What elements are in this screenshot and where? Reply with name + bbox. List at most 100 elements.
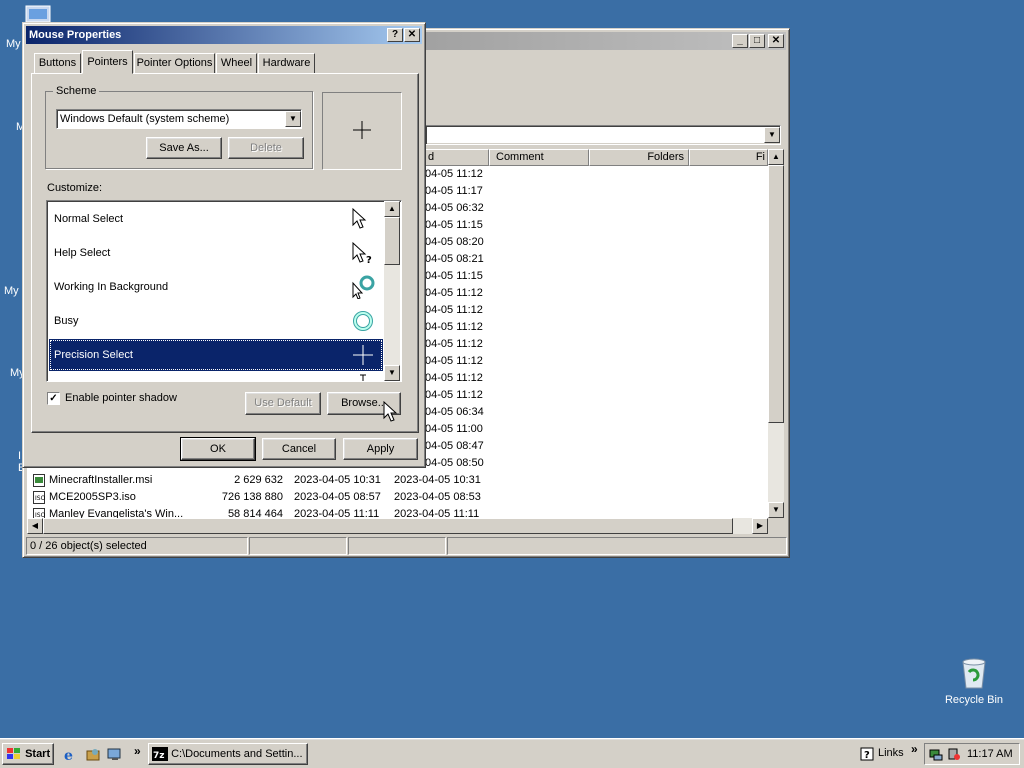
tab-pointer-options[interactable]: Pointer Options [134, 53, 215, 73]
list-item-busy[interactable]: Busy [49, 305, 383, 337]
system-tray: 11:17 AM [924, 743, 1020, 765]
file-modified-date: 04-05 11:15 [425, 270, 483, 282]
save-as-button[interactable]: Save As... [146, 137, 222, 159]
svg-text:?: ? [864, 750, 870, 761]
svg-text:?: ? [366, 255, 372, 265]
desktop-label-fragment[interactable]: I [18, 450, 21, 462]
cursor-list[interactable]: Normal Select Help Select ? Working In B… [46, 200, 402, 382]
address-bar[interactable]: ▼ [425, 125, 781, 145]
use-default-button[interactable]: Use Default [245, 392, 321, 415]
tab-pointers[interactable]: Pointers [82, 50, 133, 74]
enable-pointer-shadow-label[interactable]: Enable pointer shadow [65, 392, 177, 404]
links-toolbar-label[interactable]: Links [878, 747, 904, 759]
file-modified-date: 04-05 11:12 [425, 338, 483, 350]
column-header-modified[interactable]: d [421, 149, 489, 166]
help-button[interactable]: ? [387, 28, 403, 42]
file-modified-date: 04-05 08:21 [425, 253, 484, 265]
file-modified-date: 04-05 11:12 [425, 321, 483, 333]
file-date: 2023-04-05 11:11 [394, 508, 480, 518]
help-icon[interactable]: ? [860, 747, 874, 761]
quick-launch-chevron[interactable]: » [134, 744, 141, 758]
cancel-button[interactable]: Cancel [262, 438, 336, 460]
file-date: 2023-04-05 08:57 [294, 491, 381, 503]
list-item-text-select[interactable] [49, 373, 383, 381]
column-header-comment[interactable]: Comment [489, 149, 589, 166]
scroll-thumb[interactable] [43, 518, 733, 534]
text-cursor-icon [360, 374, 366, 381]
scroll-thumb[interactable] [768, 165, 784, 423]
show-desktop-icon[interactable] [107, 746, 123, 762]
table-row[interactable]: ISO Manley Evangelista's Win... 58 814 4… [27, 506, 772, 518]
scroll-left-button[interactable]: ◀ [27, 518, 43, 534]
task-button-documents[interactable]: 7z C:\Documents and Settin... [148, 743, 308, 765]
size-grip[interactable] [768, 518, 784, 534]
tab-hardware[interactable]: Hardware [258, 53, 315, 73]
file-modified-date: 04-05 11:00 [425, 423, 483, 435]
links-chevron[interactable]: » [911, 742, 918, 756]
maximize-button[interactable]: □ [749, 34, 765, 48]
scheme-label: Scheme [53, 85, 100, 97]
minimize-button[interactable]: _ [732, 34, 748, 48]
scroll-up-button[interactable]: ▲ [768, 149, 784, 165]
start-label: Start [25, 748, 51, 760]
desktop-icon-recycle-bin[interactable]: Recycle Bin [940, 656, 1008, 706]
file-modified-date: 04-05 11:12 [425, 287, 483, 299]
desktop-label-fragment[interactable]: My [6, 38, 21, 50]
safely-remove-hardware-icon[interactable] [947, 747, 961, 761]
table-row[interactable]: MinecraftInstaller.msi 2 629 632 2023-04… [27, 472, 772, 489]
tab-buttons[interactable]: Buttons [34, 53, 81, 73]
network-icon[interactable] [929, 747, 943, 761]
cursor-label: Working In Background [54, 281, 169, 293]
ok-button[interactable]: OK [180, 437, 256, 461]
table-row[interactable]: ISO MCE2005SP3.iso 726 138 880 2023-04-0… [27, 489, 772, 506]
horizontal-scrollbar[interactable]: ◀ ▶ [27, 518, 768, 534]
column-header-files[interactable]: Fi [689, 149, 768, 166]
close-button[interactable]: ✕ [404, 28, 420, 42]
file-size: 726 138 880 [221, 491, 283, 503]
explorer-icon[interactable] [85, 746, 101, 762]
scheme-dropdown[interactable]: Windows Default (system scheme) ▼ [56, 109, 302, 129]
scroll-up-button[interactable]: ▲ [384, 201, 400, 217]
status-text: 0 / 26 object(s) selected [26, 537, 248, 555]
close-button[interactable]: ✕ [768, 34, 784, 48]
scroll-down-button[interactable]: ▼ [768, 502, 784, 518]
status-pane [249, 537, 347, 555]
file-modified-date: 04-05 06:32 [425, 202, 484, 214]
delete-button[interactable]: Delete [228, 137, 304, 159]
list-item-normal-select[interactable]: Normal Select [49, 203, 383, 235]
list-item-precision-select[interactable]: Precision Select [49, 339, 383, 371]
start-button[interactable]: Start [2, 743, 54, 765]
scroll-down-button[interactable]: ▼ [384, 365, 400, 381]
customize-label: Customize: [47, 182, 103, 194]
clock: 11:17 AM [967, 748, 1013, 760]
tab-wheel[interactable]: Wheel [216, 53, 257, 73]
help-cursor-icon: ? [352, 241, 372, 265]
file-modified-date: 04-05 11:12 [425, 372, 483, 384]
file-size: 2 629 632 [234, 474, 283, 486]
file-modified-date: 04-05 08:50 [425, 457, 484, 469]
chevron-down-icon[interactable]: ▼ [764, 127, 780, 143]
vertical-scrollbar[interactable]: ▲ ▼ [768, 149, 784, 518]
svg-text:e: e [64, 748, 73, 762]
enable-pointer-shadow-checkbox[interactable]: ✓ [47, 392, 60, 405]
internet-explorer-icon[interactable]: e [62, 746, 78, 762]
scroll-thumb[interactable] [384, 217, 400, 265]
dialog-title: Mouse Properties [29, 29, 122, 41]
file-modified-date: 04-05 11:15 [425, 219, 483, 231]
file-modified-date: 04-05 11:17 [425, 185, 483, 197]
column-header-folders[interactable]: Folders [589, 149, 689, 166]
scroll-right-button[interactable]: ▶ [752, 518, 768, 534]
list-item-working-in-background[interactable]: Working In Background [49, 271, 383, 303]
task-button-label: C:\Documents and Settin... [171, 748, 303, 760]
apply-button[interactable]: Apply [343, 438, 418, 460]
file-modified-date: 04-05 11:12 [425, 389, 483, 401]
dialog-titlebar[interactable]: Mouse Properties ? ✕ [26, 26, 422, 44]
crosshair-icon [353, 121, 371, 139]
chevron-down-icon[interactable]: ▼ [285, 111, 301, 127]
desktop-label-fragment[interactable]: My [4, 285, 19, 297]
vertical-scrollbar[interactable]: ▲ ▼ [384, 201, 400, 381]
svg-text:7z: 7z [153, 751, 165, 761]
file-date: 2023-04-05 10:31 [294, 474, 381, 486]
list-item-help-select[interactable]: Help Select ? [49, 237, 383, 269]
file-name: MCE2005SP3.iso [49, 491, 136, 503]
